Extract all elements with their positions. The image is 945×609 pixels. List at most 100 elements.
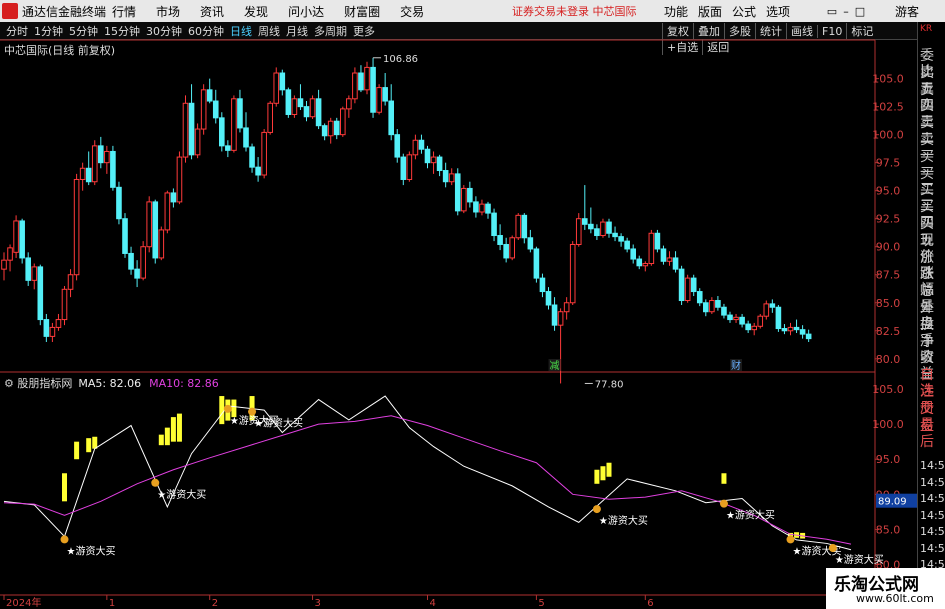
candle-body-62 [376,87,382,113]
signal-bar-8 [219,396,225,425]
signal-label-4: ★游资大买 [599,514,648,527]
candle-body-16 [98,145,104,164]
candle-body-76 [461,187,467,212]
candle-body-0 [1,259,7,270]
candle-body-56 [340,108,346,136]
candle-body-48 [291,98,298,115]
candle-body-79 [479,203,485,213]
candle-body-121 [733,316,739,321]
x-tick-label-2: 2 [212,598,218,609]
candle-body-60 [364,66,370,91]
main-ytick-label-3: 87.5 [876,269,901,282]
candle-body-17 [104,150,110,164]
candle-body-84 [509,237,515,259]
signal-label-7: ★游资大买 [835,553,884,566]
candle-body-39 [237,98,243,129]
indicator-name: 股朋指标网 [17,377,73,390]
candle-body-3 [19,220,25,259]
x-tick-label-3: 3 [315,598,321,609]
candle-body-21 [128,252,134,270]
event-marker-1: 财 [731,359,741,372]
kr-badge: KR [920,24,933,34]
candle-body-125 [757,315,764,327]
candle-body-133 [805,333,812,340]
signal-label-1: ★游资大买 [157,488,206,501]
current-value-label: 89.09 [878,497,907,508]
candle-body-126 [763,303,770,317]
candle-body-89 [539,277,546,293]
candle-body-119 [721,306,727,316]
signal-bar-6 [170,417,176,442]
money-bag-icon-0 [60,535,69,544]
candle-body-85 [515,214,522,239]
candle-body-35 [212,100,219,119]
candle-body-63 [382,87,388,102]
candle-body-64 [388,100,394,136]
side-label-22[interactable]: 盘后 [920,418,945,450]
candle-body-36 [219,117,225,147]
candle-body-42 [255,166,261,176]
candle-body-93 [563,302,570,313]
candle-body-86 [521,214,528,239]
trade-time-1: 14:56 [920,475,945,489]
candle-body-105 [636,258,643,267]
candle-body-41 [249,146,255,168]
ind-ytick-label-3: 95.0 [876,453,901,466]
candle-body-124 [751,325,758,331]
candle-body-8 [49,326,56,337]
candle-body-75 [454,173,461,212]
signal-bar-13 [600,466,606,481]
candle-body-70 [424,148,431,164]
candle-body-123 [745,323,751,331]
candle-body-6 [37,266,44,321]
candle-body-25 [152,201,159,259]
candle-body-128 [775,306,782,330]
candle-body-51 [309,98,316,118]
candle-body-58 [352,72,358,100]
main-ytick-label-7: 97.5 [876,157,901,170]
money-bag-icon-7 [828,544,837,553]
candle-body-113 [684,277,691,302]
money-bag-icon-3 [248,407,257,416]
quote-side-panel: 委比 卖五 卖四 卖三 卖二 卖一 买一 买二 买三 买四 买五 现价 涨跌 涨幅 总量 外盘 换手 净资 收益 自选… [917,22,945,609]
candle-body-52 [315,98,322,127]
candle-body-96 [582,218,588,225]
candle-body-99 [600,221,606,237]
candle-body-61 [370,66,376,113]
candle-body-26 [158,229,165,259]
candle-body-97 [588,223,594,230]
candle-body-116 [703,302,709,313]
candle-body-92 [557,311,564,326]
signal-bar-0 [62,473,67,502]
candle-body-122 [739,316,745,325]
candle-body-118 [715,300,721,308]
candle-body-33 [200,89,207,130]
ma5-label: MA5: 82.06 [78,377,142,390]
candle-body-72 [436,156,443,172]
main-ytick-label-9: 102.5 [872,101,904,114]
candle-body-54 [327,120,334,137]
candle-body-109 [660,248,667,262]
signal-label-5: ★游资大买 [726,509,775,522]
candle-body-71 [430,156,437,164]
candle-body-24 [146,201,152,248]
price-annotation-1: 77.80 [595,379,624,390]
candle-body-111 [672,257,679,270]
trade-time-2: 14:56 [920,492,945,505]
trade-time-3: 14:56 [920,508,945,522]
signal-label-3: ★游资大买 [254,417,303,430]
candle-body-114 [690,277,697,293]
indicator-settings-icon[interactable]: ⚙ [4,377,17,390]
candle-body-38 [231,98,237,151]
signal-label-0: ★游资大买 [67,544,116,557]
candle-body-5 [31,266,38,281]
candle-body-104 [630,248,637,260]
money-bag-icon-6 [786,535,795,544]
candle-body-117 [709,300,715,313]
candle-body-45 [273,72,280,104]
candle-body-106 [642,263,649,267]
candle-body-115 [696,291,703,304]
candle-body-69 [418,139,425,150]
candle-body-82 [497,235,503,245]
candle-body-131 [793,326,800,331]
